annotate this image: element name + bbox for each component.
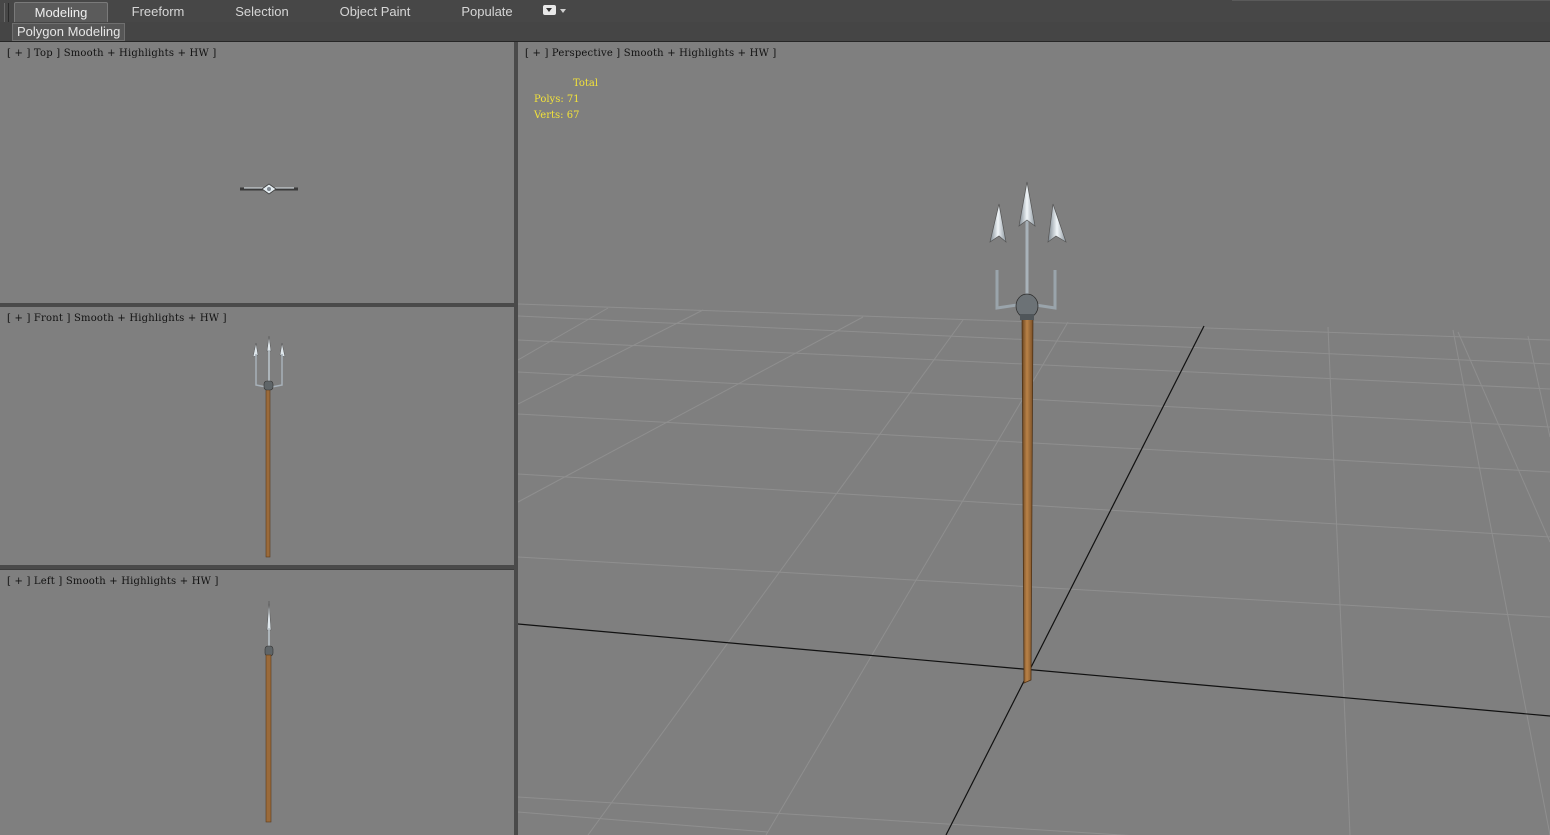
menu-dropdown-icon[interactable]	[543, 5, 569, 18]
viewport-left[interactable]: [ + ] Left ] Smooth + Highlights + HW ]	[0, 570, 514, 835]
tab-object-paint[interactable]: Object Paint	[330, 2, 420, 21]
tab-populate[interactable]: Populate	[452, 2, 522, 21]
trident-perspective-model[interactable]	[518, 42, 1550, 835]
trident-front-view	[252, 335, 286, 558]
tab-modeling[interactable]: Modeling	[14, 2, 108, 22]
viewport-top[interactable]: [ + ] Top ] Smooth + Highlights + HW ]	[0, 42, 514, 303]
trident-left-view	[264, 600, 274, 823]
viewport-front[interactable]: [ + ] Front ] Smooth + Highlights + HW ]	[0, 307, 514, 565]
ribbon-divider	[1232, 0, 1550, 1]
viewport-divider[interactable]	[0, 565, 514, 569]
tab-freeform[interactable]: Freeform	[118, 2, 198, 21]
ribbon-panel: Polygon Modeling	[0, 22, 1550, 42]
polygon-modeling-button[interactable]: Polygon Modeling	[12, 23, 126, 41]
viewport-perspective[interactable]: [ + ] Perspective ] Smooth + Highlights …	[518, 42, 1550, 835]
ribbon-tab-bar: Modeling Freeform Selection Object Paint…	[0, 0, 1550, 39]
trident-top-view	[240, 183, 298, 195]
tab-selection[interactable]: Selection	[222, 2, 302, 21]
